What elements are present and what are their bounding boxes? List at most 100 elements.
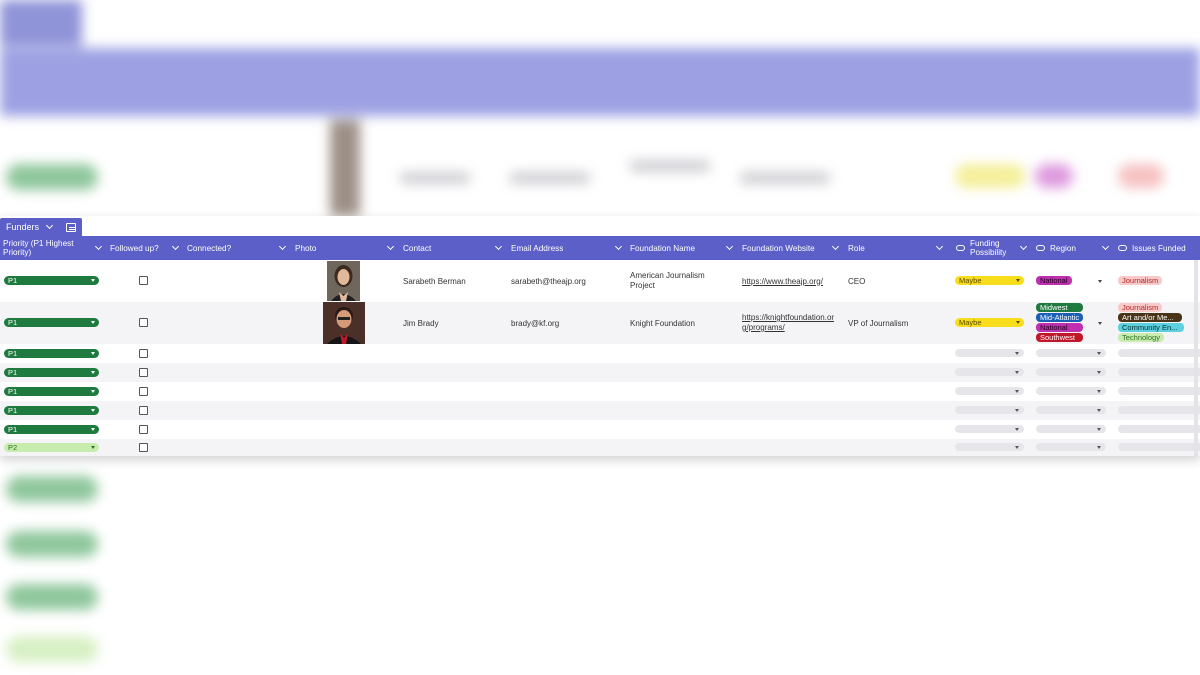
chevron-down-icon[interactable] — [386, 242, 395, 251]
chevron-down-icon[interactable] — [614, 242, 623, 251]
priority-select[interactable]: P1 — [4, 349, 99, 358]
dropdown-arrow-icon[interactable] — [91, 279, 95, 282]
dropdown-arrow-icon[interactable] — [1015, 352, 1019, 355]
table-row[interactable]: P1 — [0, 363, 1200, 382]
funding-select[interactable] — [955, 443, 1024, 451]
issues-select[interactable] — [1118, 443, 1200, 451]
chevron-down-icon[interactable] — [278, 242, 287, 251]
priority-select[interactable]: P1 — [4, 276, 99, 285]
priority-select[interactable]: P2 — [4, 443, 99, 452]
issues-tags[interactable]: Journalism — [1118, 276, 1163, 287]
contact-photo[interactable] — [323, 302, 365, 344]
funding-select[interactable]: Maybe — [955, 318, 1024, 327]
issues-select[interactable] — [1118, 406, 1200, 414]
followed-up-checkbox[interactable] — [139, 406, 148, 415]
chevron-down-icon[interactable] — [94, 242, 103, 251]
dropdown-arrow-icon[interactable] — [91, 371, 95, 374]
followed-up-checkbox[interactable] — [139, 387, 148, 396]
foundation-website-link[interactable]: https://www.theajp.org/ — [742, 277, 823, 286]
chevron-down-icon[interactable] — [1019, 242, 1028, 251]
contact-photo[interactable] — [327, 261, 360, 301]
priority-select[interactable]: P1 — [4, 387, 99, 396]
funding-select[interactable]: Maybe — [955, 276, 1024, 285]
dropdown-arrow-icon[interactable] — [91, 446, 95, 449]
col-header-photo[interactable]: Photo — [292, 236, 396, 260]
dropdown-arrow-icon[interactable] — [1097, 428, 1101, 431]
dropdown-arrow-icon[interactable] — [1098, 280, 1102, 283]
dropdown-arrow-icon[interactable] — [1097, 352, 1101, 355]
tab-funders[interactable]: Funders — [0, 218, 83, 236]
issues-select[interactable] — [1118, 425, 1200, 433]
region-tags[interactable]: National — [1036, 276, 1072, 287]
issues-select[interactable] — [1118, 387, 1200, 395]
region-select[interactable] — [1036, 368, 1106, 376]
dropdown-arrow-icon[interactable] — [91, 321, 95, 324]
followed-up-checkbox[interactable] — [139, 443, 148, 452]
priority-select[interactable]: P1 — [4, 318, 99, 327]
funding-select[interactable] — [955, 387, 1024, 395]
dropdown-arrow-icon[interactable] — [91, 352, 95, 355]
chevron-down-icon[interactable] — [45, 221, 54, 230]
followed-up-checkbox[interactable] — [139, 368, 148, 377]
issues-select[interactable] — [1118, 368, 1200, 376]
table-row[interactable]: P1 — [0, 382, 1200, 401]
col-header-followed[interactable]: Followed up? — [107, 236, 181, 260]
priority-select[interactable]: P1 — [4, 368, 99, 377]
dropdown-arrow-icon[interactable] — [1015, 428, 1019, 431]
region-select[interactable] — [1036, 387, 1106, 395]
region-select[interactable] — [1036, 406, 1106, 414]
dropdown-arrow-icon[interactable] — [1016, 321, 1020, 324]
sheet-view-icon[interactable] — [66, 222, 77, 232]
dropdown-arrow-icon[interactable] — [1015, 371, 1019, 374]
issues-tags[interactable]: Journalism Art and/or Me... Community En… — [1118, 303, 1188, 342]
followed-up-checkbox[interactable] — [139, 318, 148, 327]
col-header-contact[interactable]: Contact — [400, 236, 504, 260]
funding-select[interactable] — [955, 406, 1024, 414]
issues-select[interactable] — [1118, 349, 1200, 357]
dropdown-arrow-icon[interactable] — [1015, 409, 1019, 412]
dropdown-arrow-icon[interactable] — [1015, 390, 1019, 393]
table-row[interactable]: P1 Sarabeth Berman sarabeth@theajp.org A… — [0, 260, 1200, 302]
region-select[interactable] — [1036, 349, 1106, 357]
dropdown-arrow-icon[interactable] — [1097, 390, 1101, 393]
dropdown-arrow-icon[interactable] — [1015, 446, 1019, 449]
table-row[interactable]: P1 Jim Brady brady@kf.org Knight Foundat… — [0, 302, 1200, 344]
chevron-down-icon[interactable] — [494, 242, 503, 251]
region-select[interactable] — [1036, 443, 1106, 451]
dropdown-arrow-icon[interactable] — [1097, 409, 1101, 412]
region-select[interactable] — [1036, 425, 1106, 433]
dropdown-arrow-icon[interactable] — [1098, 322, 1102, 325]
priority-select[interactable]: P1 — [4, 406, 99, 415]
dropdown-arrow-icon[interactable] — [1097, 446, 1101, 449]
chevron-down-icon[interactable] — [1101, 242, 1110, 251]
col-header-funding[interactable]: Funding Possibility — [953, 236, 1029, 260]
dropdown-arrow-icon[interactable] — [91, 428, 95, 431]
dropdown-arrow-icon[interactable] — [91, 409, 95, 412]
chevron-down-icon[interactable] — [831, 242, 840, 251]
funding-select[interactable] — [955, 349, 1024, 357]
table-row[interactable]: P1 — [0, 420, 1200, 439]
col-header-issues[interactable]: Issues Funded — [1115, 236, 1200, 260]
chevron-down-icon[interactable] — [935, 242, 944, 251]
col-header-priority[interactable]: Priority (P1 Highest Priority) — [0, 236, 104, 260]
dropdown-arrow-icon[interactable] — [91, 390, 95, 393]
funding-select[interactable] — [955, 425, 1024, 433]
dropdown-arrow-icon[interactable] — [1097, 371, 1101, 374]
col-header-connected[interactable]: Connected? — [184, 236, 288, 260]
followed-up-checkbox[interactable] — [139, 276, 148, 285]
col-header-website[interactable]: Foundation Website — [739, 236, 841, 260]
vertical-scrollbar[interactable] — [1194, 260, 1198, 456]
priority-select[interactable]: P1 — [4, 425, 99, 434]
table-row[interactable]: P1 — [0, 344, 1200, 363]
foundation-website-link[interactable]: https://knightfoundation.org/programs/ — [742, 313, 838, 333]
region-tags[interactable]: Midwest Mid-Atlantic National Southwest — [1036, 303, 1084, 342]
funding-select[interactable] — [955, 368, 1024, 376]
col-header-email[interactable]: Email Address — [508, 236, 624, 260]
col-header-foundation[interactable]: Foundation Name — [627, 236, 735, 260]
table-row[interactable]: P1 — [0, 401, 1200, 420]
followed-up-checkbox[interactable] — [139, 349, 148, 358]
col-header-region[interactable]: Region — [1033, 236, 1111, 260]
col-header-role[interactable]: Role — [845, 236, 945, 260]
dropdown-arrow-icon[interactable] — [1016, 279, 1020, 282]
chevron-down-icon[interactable] — [171, 242, 180, 251]
